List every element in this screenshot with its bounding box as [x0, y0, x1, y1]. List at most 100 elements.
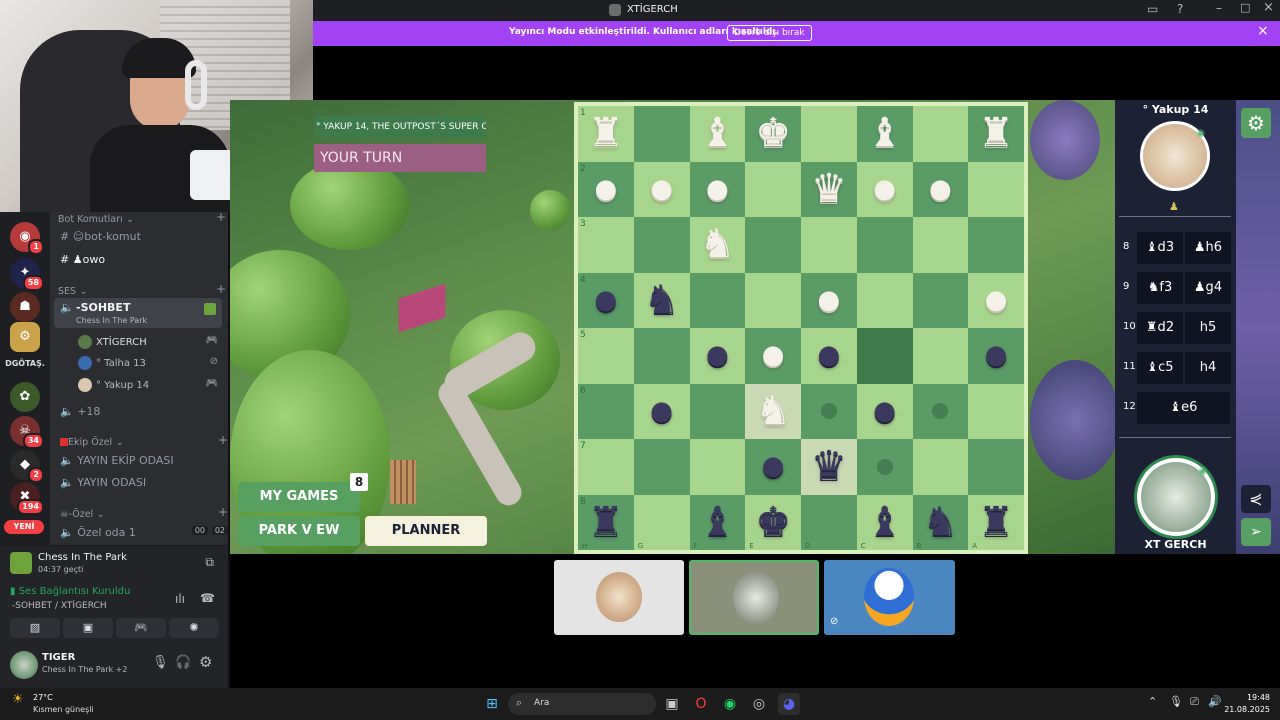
board-square[interactable] — [912, 106, 969, 162]
add-channel-icon[interactable]: + — [216, 212, 226, 224]
chess-board[interactable]: 1 2 3 4 5 6 7 8 H G F E D C B A ♜ ♝ ♚ ♝ ♜ ● ● ● ♛ ● ● ♞ ● ● ● ♞ ● ♞ ● ● ● ● ● ●… — [574, 102, 1028, 554]
white-piece[interactable]: ♛ — [801, 162, 857, 218]
board-square[interactable] — [801, 106, 857, 162]
player-avatar[interactable]: ◉ — [1137, 458, 1215, 536]
add-channel-icon[interactable]: + — [216, 282, 226, 296]
black-piece[interactable]: ● — [968, 328, 1024, 384]
activity-panel[interactable]: Chess In The Park 04:37 geçti ⧉ — [0, 545, 228, 580]
inbox-icon[interactable]: ▭ — [1147, 2, 1158, 16]
black-piece[interactable]: ● — [634, 384, 690, 440]
server-icon[interactable]: ⚙ — [10, 322, 40, 352]
board-square[interactable] — [968, 217, 1024, 273]
gear-icon[interactable]: ⚙ — [199, 653, 212, 671]
black-piece[interactable]: ♚ — [745, 495, 801, 551]
black-piece[interactable]: ● — [857, 384, 913, 440]
white-piece[interactable]: ♚ — [745, 106, 801, 162]
popout-icon[interactable]: ⧉ — [205, 555, 214, 570]
noise-suppression-icon[interactable]: ılı — [175, 592, 185, 606]
black-piece[interactable]: ♝ — [690, 495, 746, 551]
planner-button[interactable]: PLANNER — [365, 516, 487, 546]
board-square[interactable] — [578, 217, 634, 273]
black-piece[interactable]: ♞ — [634, 273, 690, 329]
black-piece[interactable]: ♜ — [968, 495, 1024, 551]
category-ozel[interactable]: ☠-Özel ⌄ + — [60, 505, 228, 520]
server-icon[interactable]: ◆ 2 — [10, 450, 44, 483]
voice-channel[interactable]: 🔈 YAYIN EKİP ODASI — [60, 454, 228, 467]
white-piece[interactable]: ♞ — [690, 217, 746, 273]
white-piece[interactable]: ● — [634, 162, 690, 218]
board-square[interactable] — [912, 328, 969, 384]
soundboard-button[interactable]: ✺ — [169, 618, 219, 638]
microphone-icon[interactable]: 🎙 — [152, 655, 169, 670]
white-piece[interactable]: ♝ — [857, 106, 913, 162]
server-icon[interactable]: ☠ 34 — [10, 416, 44, 449]
start-icon[interactable]: ⊞ — [481, 693, 503, 715]
help-icon[interactable]: ? — [1177, 2, 1183, 16]
camera-off-button[interactable]: ▨ — [10, 618, 60, 638]
white-move[interactable]: ♞f3 — [1137, 272, 1183, 304]
board-square[interactable] — [968, 439, 1024, 495]
app-icon[interactable]: ◎ — [748, 693, 770, 715]
headphones-icon[interactable]: 🎧 — [175, 655, 191, 670]
channel-owo[interactable]: # ♟owo — [60, 253, 228, 266]
board-square[interactable] — [745, 217, 801, 273]
white-move[interactable]: ♜d2 — [1137, 312, 1183, 344]
board-grid[interactable]: 1 2 3 4 5 6 7 8 H G F E D C B A ♜ ♝ ♚ ♝ ♜ ● ● ● ♛ ● ● ♞ ● ● ● ♞ ● ♞ ● ● ● ● ● ●… — [578, 106, 1024, 550]
black-piece[interactable]: ● — [801, 328, 857, 384]
chevron-up-icon[interactable]: ⌃ — [1148, 695, 1157, 708]
add-channel-icon[interactable]: + — [218, 505, 228, 519]
task-view-icon[interactable]: ▣ — [661, 693, 683, 715]
activity-button[interactable]: 🎮 — [116, 618, 166, 638]
white-piece[interactable]: ♜ — [578, 106, 634, 162]
black-piece[interactable]: ● — [745, 439, 801, 495]
volume-icon[interactable]: 🔊 — [1208, 695, 1222, 708]
category-bot-commands[interactable]: Bot Komutları ⌄ + — [58, 212, 228, 225]
board-square[interactable] — [801, 217, 857, 273]
opera-icon[interactable]: O — [690, 693, 712, 715]
board-square[interactable] — [745, 272, 801, 328]
screen-share-button[interactable]: ▣ — [63, 618, 113, 638]
category-ses[interactable]: SES ⌄ + — [58, 282, 228, 297]
settings-gear-icon[interactable]: ⚙ — [1241, 108, 1271, 138]
opponent-avatar[interactable]: ◉ — [1140, 121, 1210, 191]
move-hint-dot[interactable] — [876, 458, 893, 475]
participant-tile[interactable]: ⊘ — [824, 560, 955, 635]
board-square[interactable] — [912, 272, 969, 328]
black-piece[interactable]: ● — [578, 273, 634, 329]
board-square[interactable] — [689, 439, 746, 495]
board-square[interactable] — [633, 106, 690, 162]
participant-tile[interactable] — [554, 560, 684, 635]
discord-icon[interactable]: ◕ — [778, 693, 800, 715]
my-games-button[interactable]: MY GAMES — [238, 482, 360, 512]
board-square[interactable] — [633, 328, 690, 384]
maximize-icon[interactable]: □ — [1240, 1, 1250, 14]
white-move[interactable]: ♝e6 — [1137, 392, 1230, 424]
share-icon[interactable]: ⋞ — [1241, 485, 1271, 513]
minimize-icon[interactable]: – — [1216, 1, 1222, 15]
voice-channel[interactable]: 🔈 YAYIN ODASI — [60, 476, 228, 489]
spotify-icon[interactable]: ◉ — [719, 693, 741, 715]
participant-tile[interactable] — [689, 560, 819, 635]
board-square[interactable] — [968, 383, 1024, 439]
voice-user[interactable]: XTİGERCH 🎮 — [78, 335, 228, 349]
black-piece[interactable]: ♞ — [913, 495, 969, 551]
weather-icon[interactable]: ☀ — [12, 692, 24, 707]
white-piece[interactable]: ♝ — [690, 106, 746, 162]
white-piece[interactable]: ♞ — [745, 384, 801, 440]
board-square[interactable] — [633, 439, 690, 495]
new-badge[interactable]: YENİ — [4, 520, 44, 534]
white-move[interactable]: ♝c5 — [1137, 352, 1183, 384]
board-square[interactable] — [578, 383, 634, 439]
white-piece[interactable]: ● — [745, 328, 801, 384]
black-piece[interactable]: ♝ — [857, 495, 913, 551]
voice-channel-sohbet[interactable]: 🔈 -SOHBET Chess In The Park — [54, 298, 222, 328]
board-square[interactable] — [856, 328, 913, 384]
board-square[interactable] — [578, 328, 634, 384]
white-piece[interactable]: ● — [690, 162, 746, 218]
black-move[interactable]: ♟h6 — [1185, 232, 1231, 264]
board-square[interactable] — [968, 161, 1024, 217]
white-piece[interactable]: ♜ — [968, 106, 1024, 162]
close-icon[interactable]: × — [1263, 0, 1274, 15]
white-piece[interactable]: ● — [857, 162, 913, 218]
server-icon[interactable]: ☗ — [10, 292, 40, 322]
